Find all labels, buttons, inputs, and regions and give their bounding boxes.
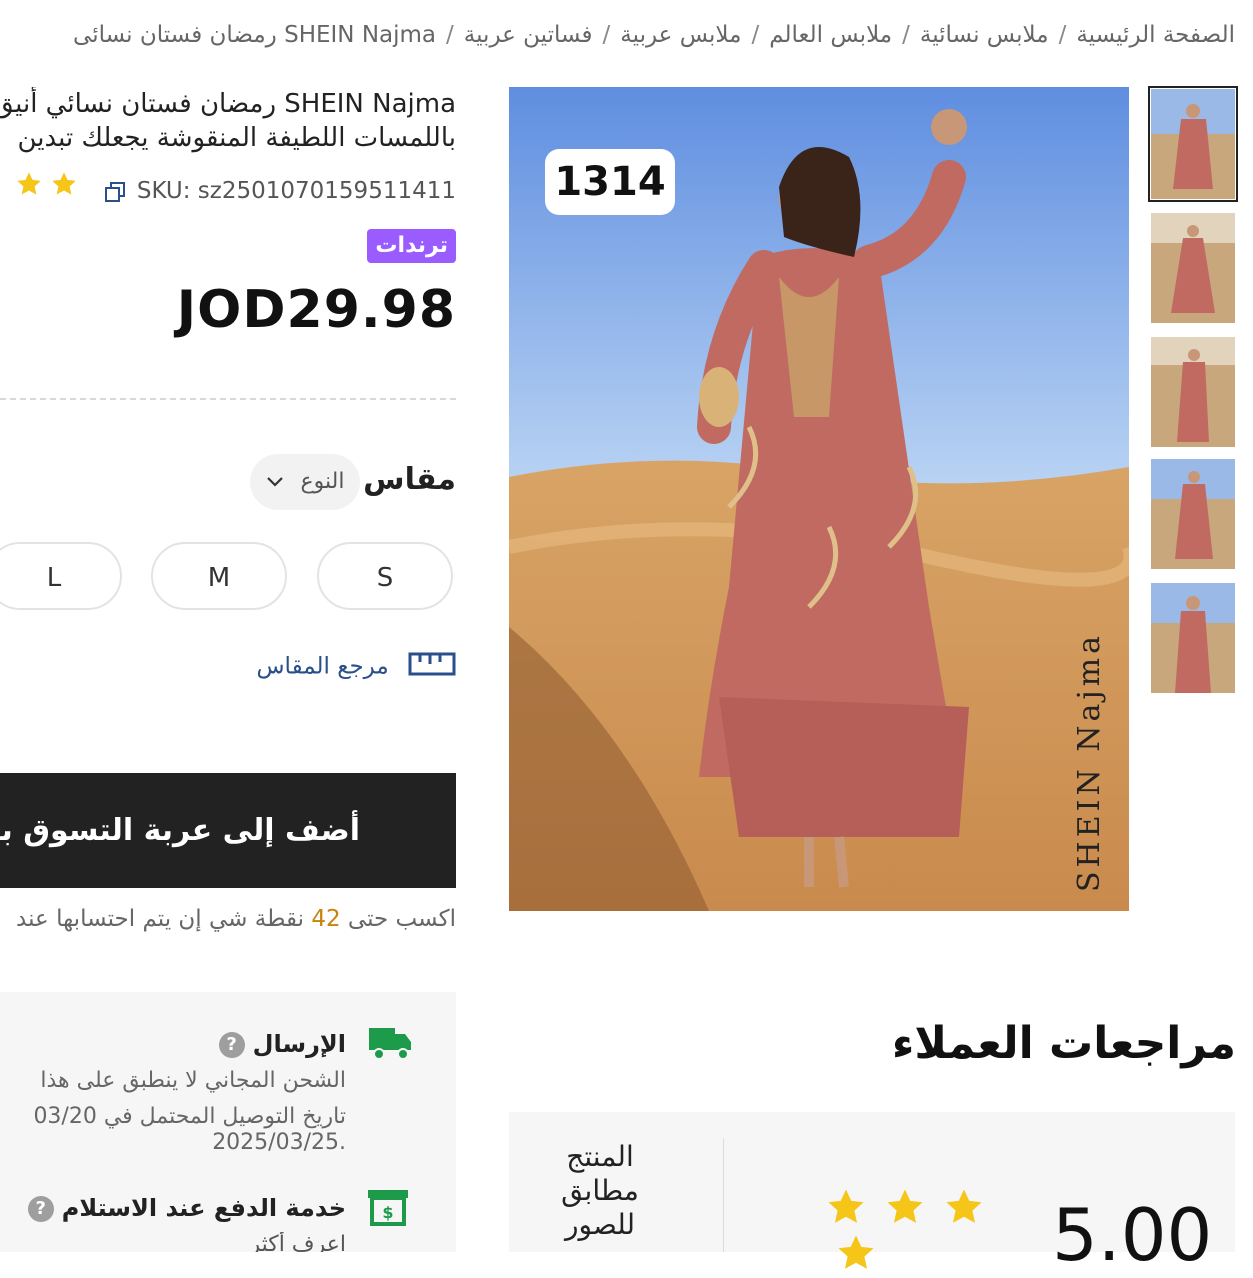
average-rating: 5.00 — [1052, 1193, 1213, 1277]
breadcrumb-arabic-dresses[interactable]: فساتين عربية — [464, 22, 593, 48]
help-icon[interactable]: ? — [218, 1032, 245, 1058]
cod-title: خدمة الدفع عند الاستلام — [61, 1194, 346, 1222]
trend-badge: ترندات — [367, 229, 456, 263]
size-option-l[interactable]: L — [0, 542, 122, 610]
shipping-title-row: الإرسال? — [218, 1030, 346, 1058]
product-rating-stars[interactable] — [14, 170, 79, 202]
breadcrumb-arabic-clothing[interactable]: ملابس عربية — [620, 22, 741, 48]
star-icon — [828, 1189, 864, 1223]
star-icon — [887, 1189, 923, 1223]
svg-text:$: $ — [382, 1203, 393, 1222]
breadcrumb-world-clothing[interactable]: ملابس العالم — [769, 22, 892, 48]
size-guide-label: مرجع المقاس — [256, 653, 389, 680]
thumbnail-2[interactable] — [1151, 213, 1235, 323]
product-title-line-2: باللمسات اللطيفة المنقوشة يجعلك تبدين — [17, 123, 456, 153]
reviews-divider — [723, 1138, 724, 1252]
breadcrumb-separator: / — [1058, 22, 1067, 48]
divider — [0, 398, 456, 400]
points-suffix: نقطة شي إن يتم احتسابها عند — [16, 906, 304, 932]
star-icon — [16, 172, 41, 195]
cod-learn-more-link[interactable]: اعرف أكثر — [0, 1232, 346, 1252]
size-option-m[interactable]: M — [151, 542, 287, 610]
sku-text: SKU: sz2501070159511411 — [136, 178, 456, 204]
price: JOD29.98 — [176, 280, 456, 340]
add-to-cart-button[interactable]: أضف إلى عربة التسوق بنجاح — [0, 773, 456, 888]
cash-icon: $ — [364, 1186, 412, 1232]
fit-to-photos-label: المنتج مطابق للصور — [561, 1140, 639, 1241]
thumbnail-3[interactable] — [1151, 337, 1235, 447]
size-guide-link[interactable]: مرجع المقاس — [250, 650, 456, 690]
shipping-line-3: .2025/03/25 — [212, 1130, 346, 1155]
size-label: مقاس — [363, 462, 456, 497]
thumbnail-1[interactable] — [1148, 86, 1238, 202]
size-type-value: النوع — [300, 469, 345, 494]
ruler-icon — [408, 650, 456, 684]
chevron-down-icon — [266, 454, 284, 510]
points-value: 42 — [311, 906, 341, 932]
shipping-line-2: تاريخ التوصيل المحتمل في 03/20 — [33, 1104, 346, 1129]
breadcrumb-home[interactable]: الصفحة الرئيسية — [1076, 22, 1235, 48]
product-title: SHEIN Najma رمضان فستان نسائي أنيق باللم… — [0, 87, 456, 157]
shipping-title: الإرسال — [252, 1030, 346, 1058]
breadcrumb-separator: / — [446, 22, 454, 48]
review-stars — [824, 1186, 1044, 1269]
breadcrumb-separator: / — [902, 22, 910, 48]
photo-count-badge: 1314 — [545, 149, 675, 215]
sku-row: SKU: sz2501070159511411 — [0, 170, 456, 206]
product-title-line-1: SHEIN Najma رمضان فستان نسائي أنيق — [0, 89, 456, 119]
breadcrumb-separator: / — [751, 22, 760, 48]
thumbnail-4[interactable] — [1151, 459, 1235, 569]
help-icon[interactable]: ? — [27, 1196, 54, 1222]
size-option-s[interactable]: S — [317, 542, 453, 610]
shipping-line-1: الشحن المجاني لا ينطبق على هذا — [40, 1068, 346, 1093]
svg-text:SHEIN Najma: SHEIN Najma — [1072, 632, 1107, 892]
cod-title-row: خدمة الدفع عند الاستلام? — [27, 1194, 346, 1222]
add-to-cart-label: أضف إلى عربة التسوق بنجاح — [0, 813, 360, 848]
points-prefix: اكسب حتى — [347, 906, 456, 932]
breadcrumb-current: SHEIN Najma رمضان فستان نسائى — [73, 22, 437, 48]
reviews-heading: مراجعات العملاء — [891, 1018, 1236, 1069]
copy-icon[interactable] — [104, 181, 126, 207]
star-icon — [51, 172, 76, 195]
breadcrumb-separator: / — [602, 22, 611, 48]
thumbnail-5[interactable] — [1151, 583, 1235, 693]
points-info: اكسب حتى 42 نقطة شي إن يتم احتسابها عند — [0, 906, 456, 942]
breadcrumb-women[interactable]: ملابس نسائية — [920, 22, 1049, 48]
truck-icon — [367, 1022, 413, 1066]
breadcrumb: الصفحة الرئيسية / ملابس نسائية / ملابس العال… — [0, 22, 1235, 56]
size-type-select[interactable]: النوع — [250, 454, 360, 510]
star-icon — [946, 1189, 982, 1223]
star-icon — [838, 1235, 874, 1269]
